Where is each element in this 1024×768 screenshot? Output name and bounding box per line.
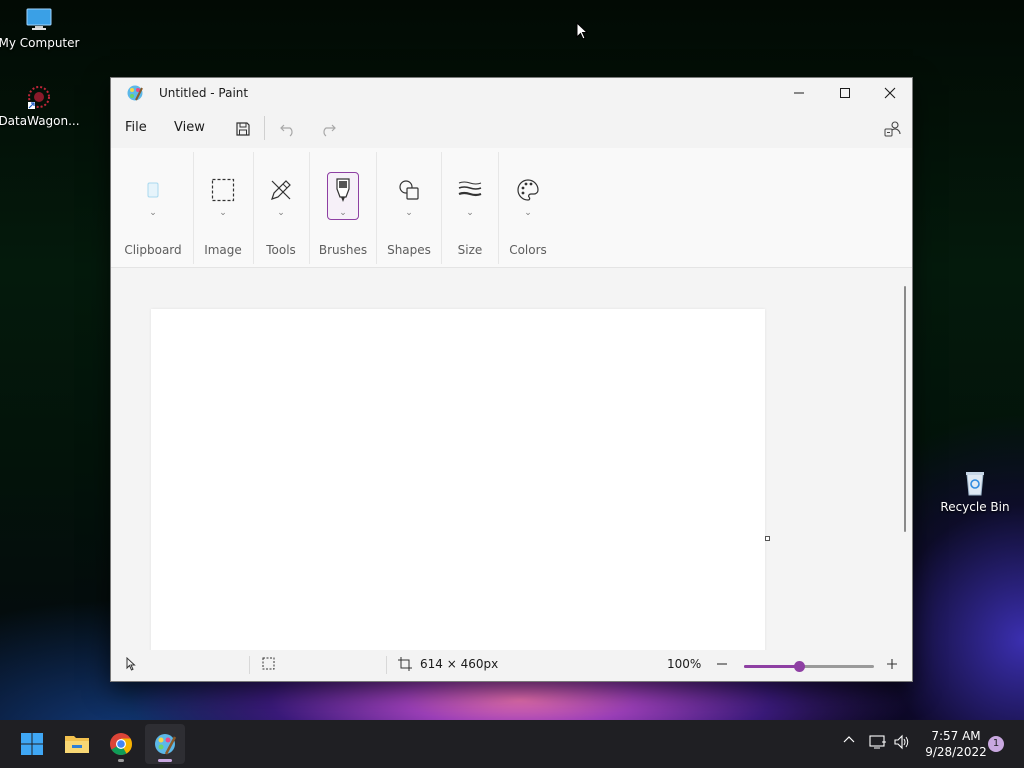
minimize-button[interactable] [776,78,822,108]
monitor-icon [26,8,52,32]
desktop-icon-label: Recycle Bin [940,500,1010,514]
desktop-icon-datawagon[interactable]: DataWagon... [0,84,81,128]
taskbar-chrome[interactable] [101,724,141,764]
taskbar-paint[interactable] [145,724,185,764]
title-bar[interactable]: Untitled - Paint [111,78,912,108]
windows-logo-icon [21,733,43,755]
save-icon[interactable] [231,117,255,141]
show-hidden-icons-button[interactable] [843,734,855,746]
chevron-down-icon: ⌄ [149,208,157,218]
desktop-icon-my-computer[interactable]: My Computer [0,8,81,50]
chevron-down-icon: ⌄ [466,208,474,218]
menu-separator [264,116,265,140]
minimize-icon [794,92,804,94]
paint-window: Untitled - Paint File View ⌄ Clipboard ⌄… [110,77,913,682]
ribbon-group-label: Size [457,243,483,257]
shapes-icon [393,174,425,206]
status-separator [386,656,387,674]
chrome-icon [110,733,132,755]
clock-time: 7:57 AM [931,729,981,743]
network-icon[interactable] [869,734,887,750]
zoom-slider-thumb[interactable] [794,661,805,672]
zoom-slider-fill [744,665,799,668]
ribbon-toolbar: ⌄ Clipboard ⌄ Image ⌄ Tools ⌄ Brushes ⌄ … [111,148,912,268]
plus-icon [887,659,897,669]
pencil-icon [265,174,297,206]
ribbon-group-label: Brushes [318,243,368,257]
selection-size-icon [262,657,275,670]
menu-bar: File View [111,108,912,148]
menu-file[interactable]: File [125,120,147,135]
ribbon-group-size[interactable]: ⌄ Size [442,148,498,268]
paint-app-icon [126,84,144,106]
chevron-down-icon: ⌄ [277,208,285,218]
clock-date: 9/28/2022 [925,745,987,759]
redo-icon[interactable] [316,117,340,141]
maximize-button[interactable] [822,78,868,108]
palette-icon [512,174,544,206]
status-separator [249,656,250,674]
recycle-bin-icon [964,470,986,496]
mouse-pointer-icon [576,21,589,44]
active-indicator [158,759,172,762]
notification-badge[interactable]: 1 [988,736,1004,752]
account-icon[interactable] [881,117,905,141]
drawing-canvas[interactable] [151,309,765,650]
canvas-size-text: 614 × 460px [420,657,499,671]
ribbon-group-tools[interactable]: ⌄ Tools [254,148,308,268]
chevron-down-icon: ⌄ [219,208,227,218]
chevron-down-icon: ⌄ [405,208,413,218]
brush-icon [327,174,359,206]
desktop-icon-label: DataWagon... [0,114,80,128]
ribbon-group-brushes[interactable]: ⌄ Brushes [310,148,376,268]
taskbar-file-explorer[interactable] [57,724,97,764]
zoom-slider[interactable] [744,661,874,672]
minus-icon [717,663,727,665]
window-title: Untitled - Paint [159,86,249,100]
close-icon [884,87,896,99]
status-bar: 614 × 460px 100% [111,650,912,681]
paint-app-icon [155,734,177,755]
system-clock[interactable]: 7:57 AM 9/28/2022 [918,728,994,760]
folder-icon [65,736,89,753]
selection-icon [207,174,239,206]
ribbon-group-shapes[interactable]: ⌄ Shapes [377,148,441,268]
canvas-resize-handle[interactable] [765,536,770,541]
ribbon-group-label: Shapes [387,243,431,257]
volume-icon[interactable] [893,734,911,750]
ribbon-group-label: Tools [266,243,296,257]
chevron-down-icon: ⌄ [524,208,532,218]
datawagon-icon [26,84,52,110]
clipboard-icon [137,174,169,206]
canvas-size-icon [398,657,412,671]
cursor-position [125,657,137,671]
maximize-icon [840,88,850,98]
zoom-level: 100% [667,657,701,671]
selection-size [262,657,275,670]
ribbon-group-image[interactable]: ⌄ Image [194,148,252,268]
ribbon-group-clipboard[interactable]: ⌄ Clipboard [114,148,192,268]
canvas-size: 614 × 460px [398,657,498,671]
ribbon-group-label: Clipboard [124,243,182,257]
ribbon-group-label: Colors [509,243,547,257]
canvas-area [111,268,912,650]
chevron-down-icon: ⌄ [339,208,347,218]
taskbar: 7:57 AM 9/28/2022 [0,720,1024,768]
zoom-out-button[interactable] [716,654,728,674]
line-size-icon [454,174,486,206]
zoom-percent: 100% [667,657,702,671]
start-button[interactable] [12,724,52,764]
undo-icon[interactable] [276,117,300,141]
ribbon-group-colors[interactable]: ⌄ Colors [499,148,557,268]
chevron-up-icon [843,736,855,743]
desktop-icon-label: My Computer [0,36,80,50]
vertical-scrollbar[interactable] [904,286,906,532]
menu-view[interactable]: View [174,120,205,135]
pointer-icon [126,657,136,671]
desktop-icon-recycle-bin[interactable]: Recycle Bin [933,470,1017,514]
close-button[interactable] [867,78,913,108]
zoom-in-button[interactable] [886,654,898,674]
running-indicator [118,759,124,762]
ribbon-group-label: Image [204,243,242,257]
